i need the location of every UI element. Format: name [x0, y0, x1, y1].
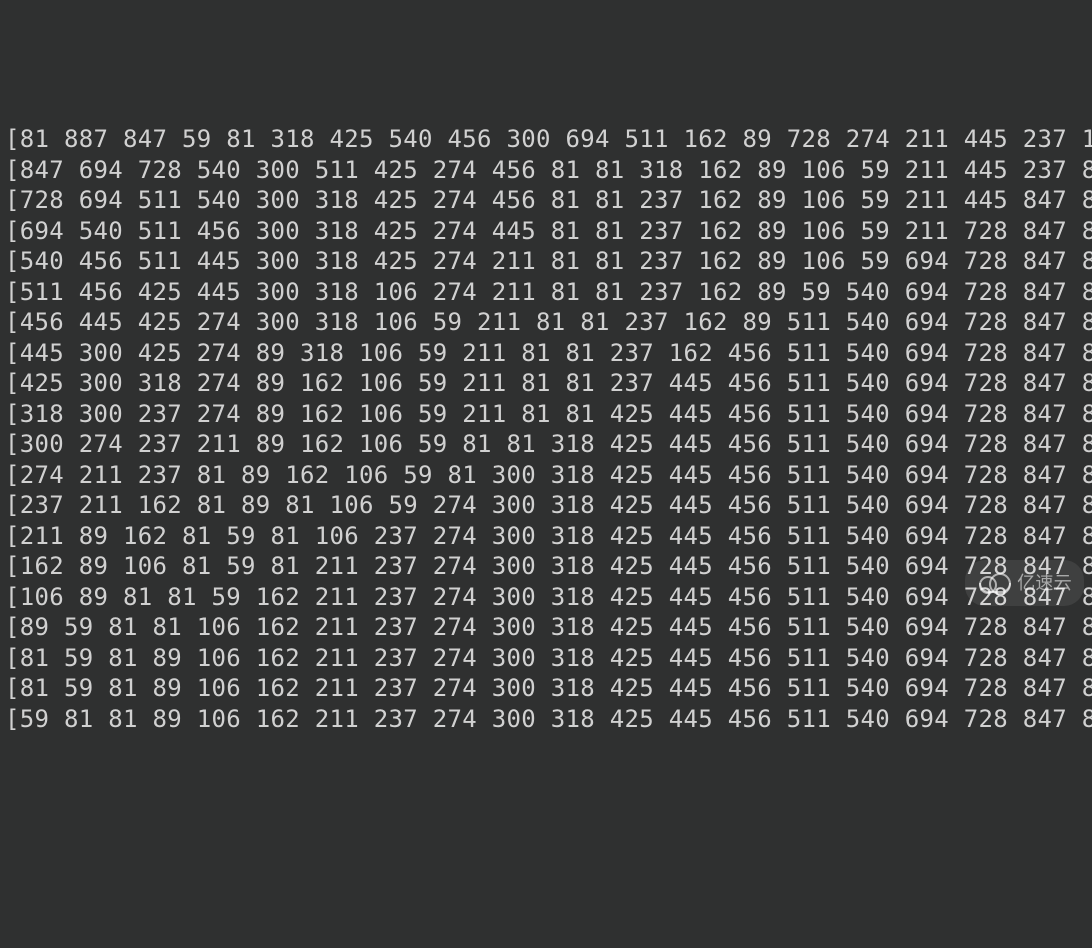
- watermark-badge: 亿速云: [965, 560, 1084, 607]
- cloud-icon: [977, 573, 1011, 593]
- watermark-text: 亿速云: [1017, 568, 1072, 599]
- array-output: [81 887 847 59 81 318 425 540 456 300 69…: [5, 124, 1087, 734]
